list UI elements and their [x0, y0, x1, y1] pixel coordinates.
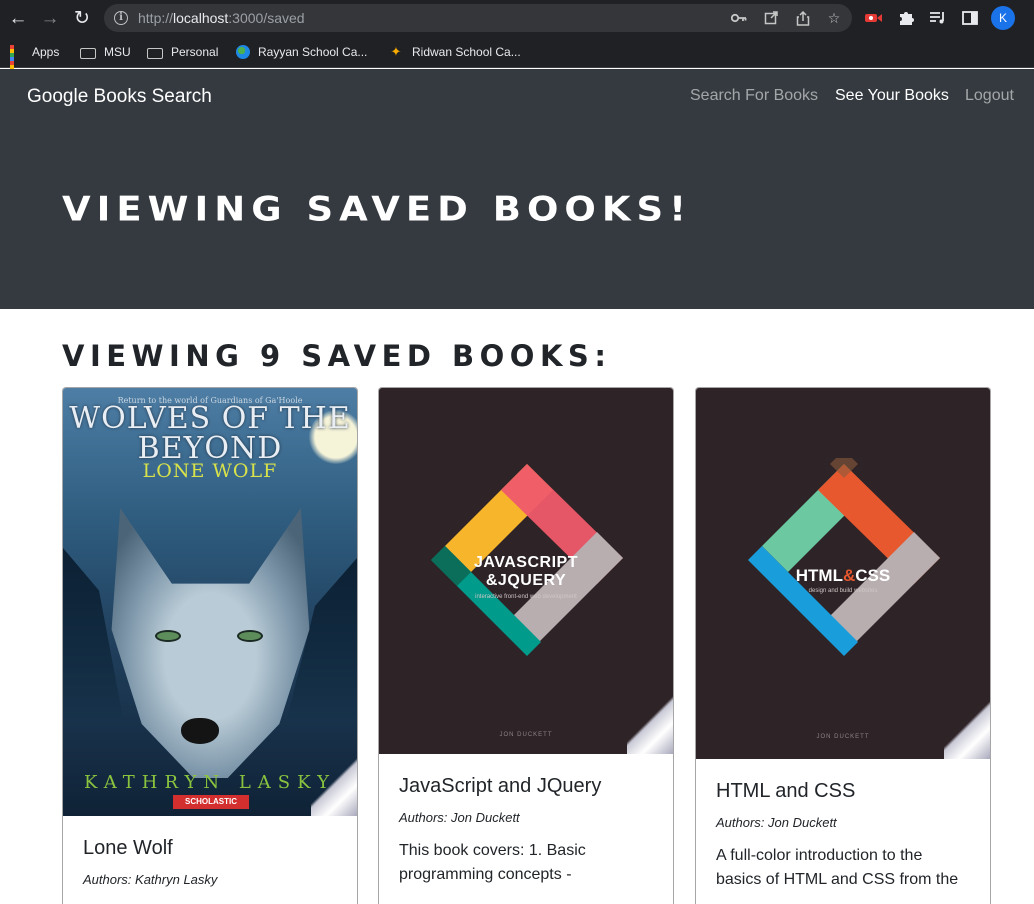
- book-title[interactable]: Lone Wolf: [83, 837, 337, 860]
- globe-icon: [236, 45, 250, 59]
- nav-logout[interactable]: Logout: [965, 87, 1014, 105]
- profile-avatar[interactable]: K: [991, 6, 1015, 30]
- app-navbar: Google Books Search Search For Books See…: [0, 69, 1034, 125]
- page-curl-icon: [627, 688, 673, 754]
- cover-title-line2: &JQUERY: [485, 572, 567, 589]
- page-curl-icon: [944, 693, 990, 759]
- extensions-puzzle-icon[interactable]: [896, 8, 916, 28]
- reload-icon[interactable]: ↻: [70, 6, 94, 30]
- book-card: HTML&CSS design and build websites JON D…: [695, 387, 991, 904]
- book-cover-image: JAVASCRIPT &JQUERY interactive front-end…: [379, 388, 673, 754]
- url-text[interactable]: http://localhost:3000/saved: [138, 10, 305, 26]
- key-icon[interactable]: [730, 9, 748, 27]
- book-card: Return to the world of Guardians of Ga'H…: [62, 387, 358, 904]
- book-authors: Authors: Jon Duckett: [399, 810, 520, 825]
- saved-count-heading: VIEWING 9 SAVED BOOKS:: [62, 339, 612, 373]
- cover-subtitle: interactive front-end web development: [475, 594, 577, 600]
- card-body: JavaScript and JQuery Authors: Jon Ducke…: [379, 775, 673, 887]
- bookmark-personal[interactable]: Personal: [147, 43, 218, 61]
- jumbotron: VIEWING SAVED BOOKS!: [0, 125, 1034, 309]
- apps-grid-icon: [10, 45, 24, 81]
- cover-subtitle: design and build websites: [808, 588, 878, 594]
- browser-toolbar: ← → ↻ i http://localhost:3000/saved ☆ K: [0, 0, 1034, 36]
- book-authors: Authors: Jon Duckett: [716, 815, 837, 830]
- publisher-logo: SCHOLASTIC: [173, 795, 249, 809]
- nav-search-books[interactable]: Search For Books: [690, 87, 818, 105]
- book-title[interactable]: HTML and CSS: [716, 780, 970, 803]
- site-info-icon[interactable]: i: [114, 11, 128, 25]
- book-authors: Authors: Kathryn Lasky: [83, 872, 218, 887]
- nav-see-your-books[interactable]: See Your Books: [835, 87, 949, 105]
- cover-subtitle: LONE WOLF: [142, 460, 278, 482]
- cover-title-line1: JAVASCRIPT: [474, 554, 578, 571]
- side-panel-icon[interactable]: [960, 8, 980, 28]
- address-bar[interactable]: i http://localhost:3000/saved ☆: [104, 4, 852, 32]
- bookmark-apps[interactable]: Apps: [10, 43, 59, 81]
- book-description: A full-color introduction to the basics …: [716, 847, 959, 888]
- page-curl-icon: [311, 750, 357, 816]
- book-card: JAVASCRIPT &JQUERY interactive front-end…: [378, 387, 674, 904]
- open-external-icon[interactable]: [762, 9, 780, 27]
- book-title[interactable]: JavaScript and JQuery: [399, 775, 653, 798]
- bookmarks-bar: Apps MSU Personal Rayyan School Ca... ✦ …: [0, 36, 1034, 81]
- cover-title: WOLVES OF THE BEYOND: [69, 401, 351, 466]
- extension-record-icon[interactable]: [864, 8, 884, 28]
- card-body: HTML and CSS Authors: Jon Duckett A full…: [696, 780, 990, 892]
- jumbotron-title: VIEWING SAVED BOOKS!: [62, 189, 693, 229]
- bookmark-star-icon[interactable]: ☆: [825, 9, 843, 27]
- folder-icon: [80, 47, 96, 59]
- bookmark-ridwan-school[interactable]: ✦ Ridwan School Ca...: [388, 43, 521, 61]
- bookmark-rayyan-school[interactable]: Rayyan School Ca...: [236, 43, 367, 61]
- cover-title: HTML&CSS: [795, 566, 891, 585]
- back-icon[interactable]: ←: [6, 6, 30, 30]
- folder-icon: [147, 47, 163, 59]
- media-queue-icon[interactable]: [928, 8, 948, 28]
- brand-link[interactable]: Google Books Search: [27, 86, 212, 108]
- book-description: This book covers: 1. Basic programming c…: [399, 842, 586, 883]
- figure-icon: ✦: [390, 44, 402, 59]
- card-body: Lone Wolf Authors: Kathryn Lasky: [63, 837, 357, 887]
- book-cover-image: HTML&CSS design and build websites JON D…: [696, 388, 990, 759]
- share-icon[interactable]: [794, 9, 812, 27]
- book-cover-image: Return to the world of Guardians of Ga'H…: [63, 388, 357, 816]
- forward-icon[interactable]: →: [38, 6, 62, 30]
- bookmark-msu[interactable]: MSU: [80, 43, 131, 61]
